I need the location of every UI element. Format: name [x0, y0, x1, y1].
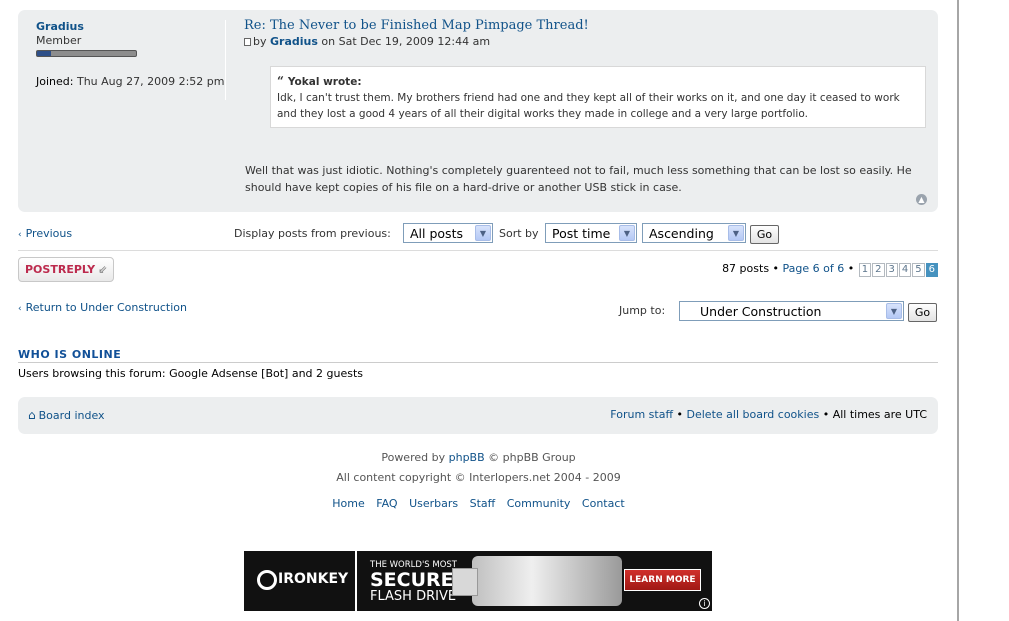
forum-staff-link[interactable]: Forum staff [610, 408, 673, 421]
sort-by-label: Sort by [499, 227, 539, 240]
sort-order-value: Ascending [649, 226, 714, 241]
page-link-3[interactable]: 3 [885, 263, 898, 277]
page-link-5[interactable]: 5 [912, 263, 925, 277]
display-posts-select[interactable]: All posts ▼ [403, 223, 493, 243]
footer-link-faq[interactable]: FAQ [376, 497, 397, 510]
ad-info-icon[interactable]: i [699, 598, 710, 609]
footer-link-community[interactable]: Community [507, 497, 571, 510]
navbar-links: Forum staff • Delete all board cookies •… [610, 408, 927, 421]
chevron-down-icon[interactable]: ▼ [619, 225, 635, 241]
timezone-text: All times are UTC [832, 408, 927, 421]
post-reply-button[interactable]: POSTREPLY ⇙ [18, 257, 114, 282]
page-link-4[interactable]: 4 [898, 263, 912, 277]
chevron-down-icon[interactable]: ▼ [475, 225, 491, 241]
joined-label: Joined: [36, 75, 74, 88]
powered-by-line: Powered by phpBB © phpBB Group [0, 448, 957, 468]
back-to-top-icon[interactable]: ▲ [916, 194, 927, 205]
page-current: 6 [925, 263, 938, 277]
post-icon[interactable] [244, 38, 251, 46]
jump-to-value: Under Construction [700, 304, 822, 319]
banner-tagline: THE WORLD'S MOST SECURE FLASH DRIVE [370, 560, 457, 603]
flash-drive-image [452, 556, 622, 606]
chevron-down-icon[interactable]: ▼ [886, 303, 902, 319]
footer-link-home[interactable]: Home [332, 497, 364, 510]
post-date: on Sat Dec 19, 2009 12:44 am [321, 35, 491, 48]
pagination: 87 posts • Page 6 of 6 • 123456 [722, 262, 938, 277]
post-message: Well that was just idiotic. Nothing's co… [245, 164, 912, 194]
chevron-left-icon: ‹ [18, 304, 22, 314]
display-posts-value: All posts [410, 226, 463, 241]
post-profile: Gradius Member Joined: Thu Aug 27, 2009 … [36, 20, 226, 100]
page-right-border [957, 0, 1009, 621]
joined-value: Thu Aug 27, 2009 2:52 pm [76, 75, 225, 88]
footer-navbar: ⌂ Board index Forum staff • Delete all bo… [18, 397, 938, 434]
who-is-online-heading: WHO IS ONLINE [18, 348, 938, 363]
post-count: 87 posts [722, 262, 770, 275]
learn-more-button[interactable]: LEARN MORE [624, 569, 701, 591]
topic-controls: ‹ Previous Display posts from previous: A… [18, 222, 938, 248]
footer-link-staff[interactable]: Staff [470, 497, 496, 510]
rank-bar [36, 50, 137, 57]
sort-order-select[interactable]: Ascending ▼ [642, 223, 746, 243]
post-reply-label-post: POST [25, 263, 58, 276]
quote-icon: “ [277, 74, 284, 88]
ironkey-logo-icon [257, 570, 277, 590]
who-is-online-text: Users browsing this forum: Google Adsens… [18, 367, 364, 380]
powered-suffix: © phpBB Group [488, 451, 576, 464]
sort-go-button[interactable]: Go [750, 225, 779, 244]
divider [18, 250, 938, 251]
by-author-link[interactable]: Gradius [270, 35, 318, 48]
return-link-text[interactable]: Return to Under Construction [26, 301, 187, 314]
footer-link-userbars[interactable]: Userbars [409, 497, 458, 510]
pencil-icon: ⇙ [98, 263, 108, 276]
banner-brand-text: IRONKEY [278, 571, 349, 587]
return-link[interactable]: ‹ Return to Under Construction [18, 301, 187, 314]
banner-brand: IRONKEY [244, 551, 357, 611]
home-icon: ⌂ [28, 408, 36, 422]
page-link-1[interactable]: 1 [858, 263, 872, 277]
copyright-block: Powered by phpBB © phpBB Group All conte… [0, 448, 957, 488]
banner-line-3: FLASH DRIVE [370, 589, 457, 604]
quote-block: “Yokal wrote: Idk, I can't trust them. M… [270, 66, 926, 128]
author-username[interactable]: Gradius [36, 20, 225, 33]
phpbb-link[interactable]: phpBB [449, 451, 485, 464]
board-index-link[interactable]: ⌂ Board index [28, 408, 105, 422]
by-prefix: by [253, 35, 267, 48]
sort-by-select[interactable]: Post time ▼ [545, 223, 637, 243]
jump-to-select[interactable]: Under Construction ▼ [679, 301, 904, 321]
post-reply-label-reply: REPLY [57, 263, 96, 276]
footer-link-contact[interactable]: Contact [582, 497, 625, 510]
chevron-down-icon[interactable]: ▼ [728, 225, 744, 241]
jump-to-label: Jump to: [619, 304, 666, 317]
footer-links: Home FAQ Userbars Staff Community Contac… [0, 497, 957, 510]
forum-post: Gradius Member Joined: Thu Aug 27, 2009 … [18, 10, 938, 212]
quote-author: Yokal wrote: [287, 76, 362, 88]
previous-link[interactable]: ‹ Previous [18, 227, 72, 240]
jump-go-button[interactable]: Go [908, 303, 937, 322]
powered-prefix: Powered by [381, 451, 446, 464]
banner-line-2: SECURE [370, 569, 454, 591]
page-indicator[interactable]: Page 6 of 6 [783, 262, 845, 275]
post-body: Re: The Never to be Finished Map Pimpage… [244, 18, 926, 194]
board-index-text[interactable]: Board index [39, 409, 105, 422]
previous-link-text[interactable]: Previous [26, 227, 73, 240]
sort-by-value: Post time [552, 226, 611, 241]
display-posts-label: Display posts from previous: [234, 227, 391, 240]
delete-cookies-link[interactable]: Delete all board cookies [687, 408, 820, 421]
author-rank: Member [36, 34, 82, 47]
post-title[interactable]: Re: The Never to be Finished Map Pimpage… [244, 18, 924, 33]
post-author-line: by Gradius on Sat Dec 19, 2009 12:44 am [244, 35, 924, 48]
quote-text: Idk, I can't trust them. My brothers fri… [277, 92, 900, 120]
copyright-text: All content copyright © Interlopers.net … [336, 471, 621, 484]
joined-info: Joined: Thu Aug 27, 2009 2:52 pm [36, 75, 225, 88]
page-link-2[interactable]: 2 [872, 263, 885, 277]
chevron-left-icon: ‹ [18, 230, 22, 240]
ironkey-banner-ad[interactable]: IRONKEY THE WORLD'S MOST SECURE FLASH DR… [244, 551, 712, 611]
